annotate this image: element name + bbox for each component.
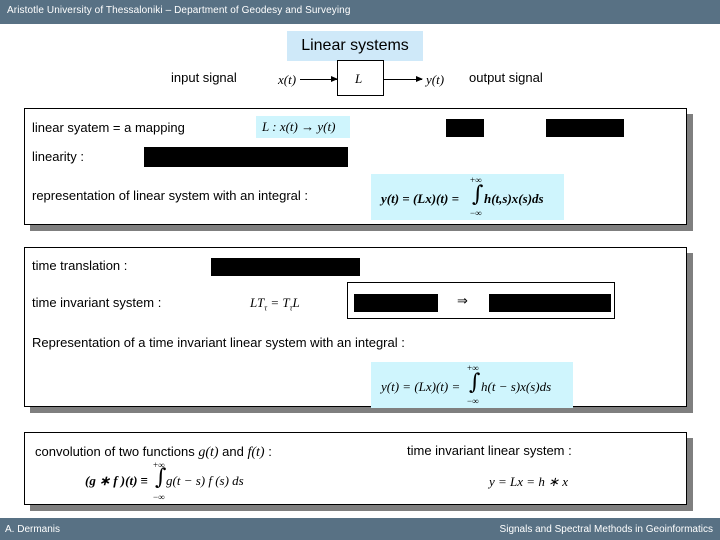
linearity-label: linearity : (32, 149, 85, 164)
slide-title: Linear systems (287, 31, 423, 61)
convolution-integral-sign: ∫ (155, 465, 167, 490)
implication-frame: ⇒ (347, 282, 615, 319)
convolution-lower-limit: −∞ (153, 492, 165, 502)
convolution-panel: convolution of two functions g(t) and f(… (24, 432, 687, 505)
redacted-block (546, 119, 624, 137)
time-translation-label: time translation : (32, 258, 128, 273)
mapping-formula: L : x(t) → y(t) (262, 119, 336, 134)
footer-bar: A. Dermanis Signals and Spectral Methods… (0, 518, 720, 540)
time-invariant-label: time invariant system : (32, 295, 162, 310)
ti-integral-body: h(t − s)x(s)ds (481, 379, 552, 394)
integral-lower-limit: −∞ (470, 208, 482, 218)
convolution-label: convolution of two functions g(t) and f(… (35, 444, 272, 460)
input-signal-label: input signal (171, 70, 237, 85)
output-arrow (384, 76, 423, 82)
integral-formula-box: y(t) = (Lx)(t) = +∞ ∫ −∞ h(t,s)x(s)ds (371, 174, 564, 220)
mapping-formula-box: L : x(t) → y(t) (256, 116, 350, 138)
integral-sign: ∫ (472, 182, 484, 207)
integral-lhs: y(t) = (Lx)(t) = (381, 191, 459, 206)
ti-integral-label: Representation of a time invariant linea… (32, 335, 405, 350)
ti-integral-sign: ∫ (469, 370, 481, 395)
system-symbol: L (355, 71, 363, 86)
ti-integral-formula-box: y(t) = (Lx)(t) = +∞ ∫ −∞ h(t − s)x(s)ds (371, 362, 573, 408)
mapping-label: linear syatem = a mapping (32, 120, 185, 135)
input-symbol: x(t) (278, 72, 297, 87)
ti-integral-lhs: y(t) = (Lx)(t) = (381, 379, 461, 394)
output-symbol: y(t) (426, 72, 445, 87)
ti-integral-lower-limit: −∞ (467, 396, 479, 406)
implies-icon: ⇒ (457, 294, 468, 309)
author-text: A. Dermanis (5, 524, 61, 535)
output-signal-label: output signal (469, 70, 543, 85)
redacted-block (446, 119, 484, 137)
ti-system-label: time invariant linear system : (407, 443, 572, 458)
integral-body: h(t,s)x(s)ds (484, 191, 544, 206)
integral-label: representation of linear system with an … (32, 188, 309, 203)
system-box: L (337, 60, 384, 96)
ti-system-formula: y = Lx = h ∗ x (489, 474, 568, 489)
input-arrow (300, 76, 338, 82)
header-bar: Aristotle University of Thessaloniki – D… (0, 0, 720, 24)
redacted-block (354, 294, 438, 312)
redacted-block (489, 294, 611, 312)
institution-text: Aristotle University of Thessaloniki – D… (7, 5, 351, 16)
redacted-block (211, 258, 360, 276)
convolution-body: g(t − s) f (s) ds (166, 473, 244, 488)
invariant-formula: LTτ = TτL (250, 295, 300, 313)
time-invariant-panel: time translation : time invariant system… (24, 247, 687, 408)
linear-system-panel: linear syatem = a mapping L : x(t) → y(t… (24, 108, 687, 225)
redacted-block (144, 147, 348, 167)
convolution-lhs: (g ∗ f )(t) ≡ (85, 473, 149, 488)
course-text: Signals and Spectral Methods in Geoinfor… (499, 524, 713, 535)
